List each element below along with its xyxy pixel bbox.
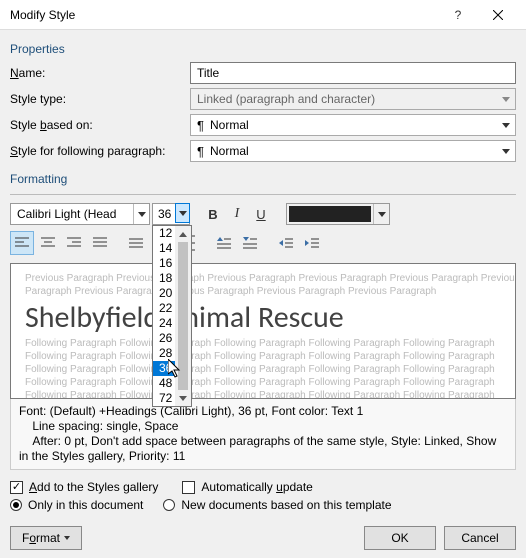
color-swatch	[289, 206, 371, 222]
font-color-combo[interactable]	[286, 203, 390, 225]
style-type-label: Style type:	[10, 92, 190, 106]
only-this-document-radio[interactable]	[10, 499, 22, 511]
align-justify-button[interactable]	[88, 231, 112, 255]
auto-update-label: Automatically update	[201, 480, 312, 494]
single-space-button[interactable]	[124, 231, 148, 255]
based-on-combo[interactable]: ¶ Normal	[190, 114, 516, 136]
following-combo[interactable]: ¶ Normal	[190, 140, 516, 162]
formatting-header: Formatting	[10, 172, 516, 186]
add-to-gallery-checkbox[interactable]	[10, 481, 23, 494]
close-button[interactable]	[478, 5, 518, 25]
ok-button[interactable]: OK	[364, 526, 436, 550]
align-left-button[interactable]	[10, 231, 34, 255]
scroll-up-icon[interactable]	[175, 226, 191, 242]
font-size-dropdown-list[interactable]: 121416182022242628364872	[152, 225, 192, 407]
new-documents-label: New documents based on this template	[181, 498, 391, 512]
chevron-down-icon[interactable]	[497, 141, 515, 161]
format-button[interactable]: Format	[10, 526, 82, 550]
italic-button[interactable]: I	[226, 203, 248, 225]
scrollbar[interactable]	[175, 226, 191, 406]
dialog-title: Modify Style	[10, 8, 438, 22]
underline-button[interactable]: U	[250, 203, 272, 225]
chevron-down-icon	[497, 89, 515, 109]
new-documents-radio[interactable]	[163, 499, 175, 511]
help-button[interactable]: ?	[438, 5, 478, 25]
style-description: Font: (Default) +Headings (Calibri Light…	[10, 399, 516, 470]
scroll-down-icon[interactable]	[175, 390, 191, 406]
chevron-down-icon[interactable]	[373, 204, 389, 224]
title-bar: Modify Style ?	[0, 0, 526, 30]
bold-button[interactable]: B	[202, 203, 224, 225]
align-center-button[interactable]	[36, 231, 60, 255]
following-label: Style for following paragraph:	[10, 144, 190, 158]
scroll-thumb[interactable]	[178, 242, 188, 390]
preview-sample-text: Shelbyfield Animal Rescue	[25, 299, 501, 336]
properties-header: Properties	[10, 42, 516, 56]
font-size-dropdown-arrow[interactable]	[175, 203, 190, 223]
font-name-combo[interactable]: Calibri Light (Head	[10, 203, 150, 225]
increase-para-space-button[interactable]	[212, 231, 236, 255]
increase-indent-button[interactable]	[300, 231, 324, 255]
chevron-down-icon[interactable]	[133, 204, 149, 224]
align-right-button[interactable]	[62, 231, 86, 255]
auto-update-checkbox[interactable]	[182, 481, 195, 494]
decrease-indent-button[interactable]	[274, 231, 298, 255]
name-input[interactable]	[190, 62, 516, 84]
add-to-gallery-label: Add to the Styles gallery	[29, 480, 158, 494]
pilcrow-icon: ¶	[197, 144, 204, 159]
divider	[10, 194, 516, 195]
decrease-para-space-button[interactable]	[238, 231, 262, 255]
only-this-document-label: Only in this document	[28, 498, 143, 512]
pilcrow-icon: ¶	[197, 118, 204, 133]
based-on-label: Style based on:	[10, 118, 190, 132]
style-type-combo: Linked (paragraph and character)	[190, 88, 516, 110]
chevron-down-icon[interactable]	[497, 115, 515, 135]
cancel-button[interactable]: Cancel	[444, 526, 516, 550]
preview-pane: Previous Paragraph Previous Paragraph Pr…	[10, 263, 516, 399]
name-label: Name:	[10, 66, 190, 80]
